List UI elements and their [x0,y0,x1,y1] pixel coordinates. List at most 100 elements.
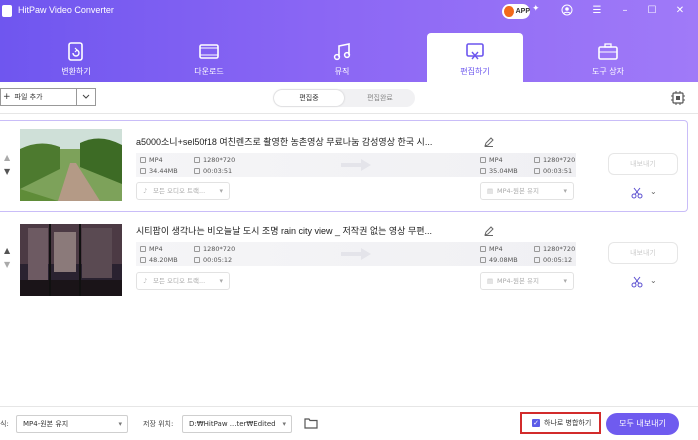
audio-track-value: 모든 오디오 트랙... [153,277,206,285]
export-button[interactable]: 내보내기 [608,153,678,175]
target-format: MP4 [480,245,503,253]
plus-icon: + [3,92,11,102]
move-down-icon[interactable]: ▼ [4,258,14,272]
sparkle-icon: ✦ [532,4,540,14]
tab-edit-label: 편집하기 [460,67,490,76]
minimize-icon[interactable]: – [618,4,632,18]
add-file-button[interactable]: + 파일 추가 [0,88,76,106]
save-location-select[interactable]: D:₩HitPaw ...ter₩Edited ▾ [182,415,292,433]
add-file-label: 파일 추가 [14,93,43,101]
chevron-down-icon: ▾ [118,420,122,428]
move-down-icon[interactable]: ▼ [4,165,14,179]
tab-download[interactable]: 다운로드 [161,33,257,82]
source-size: 48.20MB [140,256,178,264]
output-format-select[interactable]: ▤ MP4-원본 유지 ▾ [480,182,574,200]
edit-status-segment: 편집중 편집완료 [273,89,415,107]
source-resolution: 1280*720 [194,245,235,253]
file-title: a5000소니+sel50f18 여친렌즈로 촬영한 농촌영상 무료나눔 감성영… [136,137,433,147]
move-up-icon[interactable]: ▲ [4,151,14,165]
audio-icon: ♪ [143,187,148,195]
maximize-icon[interactable]: ☐ [645,4,659,18]
save-location-value: D:₩HitPaw ...ter₩Edited [189,420,276,428]
tab-edit-done[interactable]: 편집완료 [345,89,415,107]
file-row[interactable]: ▲ ▼ 시티팝이 생각나는 비오늘날 도시 조명 rain city view … [0,218,688,310]
toolbox-icon [598,43,618,60]
file-row[interactable]: ▲ ▼ a5000소니+sel50f18 여친렌즈로 촬영한 농촌영상 무료나눔… [0,120,688,212]
checkbox-checked-icon: ✓ [532,419,540,427]
tab-convert-label: 변환하기 [61,67,91,76]
source-resolution: 1280*720 [194,156,235,164]
clock-icon [194,257,200,263]
merge-checkbox[interactable]: ✓ 하나로 병합하기 [520,412,601,434]
tab-edit[interactable]: 편집하기 [427,33,523,82]
user-icon[interactable] [560,4,574,18]
music-icon [333,43,351,61]
file-title: 시티팝이 생각나는 비오늘날 도시 조명 rain city view _ 저작… [136,226,433,236]
chevron-down-icon: ▾ [219,187,223,195]
output-format-select[interactable]: ▤ MP4-원본 유지 ▾ [480,272,574,290]
chevron-down-icon: ▾ [282,420,286,428]
chevron-down-icon[interactable]: ⌄ [650,276,657,285]
target-size: 49.08MB [480,256,518,264]
menu-icon[interactable]: ☰ [590,4,604,18]
app-badge-label: APP [515,8,530,15]
app-title: HitPaw Video Converter [18,5,114,15]
main-nav: 변환하기 다운로드 뮤직 편집하기 도구 상자 [0,30,698,82]
target-duration: 00:05:12 [534,256,572,264]
app-logo-icon [2,5,12,17]
source-duration: 00:03:51 [194,167,232,175]
source-format: MP4 [140,156,163,164]
export-all-button[interactable]: 모두 내보내기 [606,413,679,435]
chevron-down-icon: ▾ [219,277,223,285]
reorder-arrows: ▲ ▼ [4,244,14,272]
export-button[interactable]: 내보내기 [608,242,678,264]
format-label: 식: [0,420,9,428]
save-location-label: 저장 위치: [143,420,174,428]
hardware-acceleration-icon[interactable] [670,90,686,106]
bottom-bar: 식: MP4-원본 유지 ▾ 저장 위치: D:₩HitPaw ...ter₩E… [0,406,698,440]
video-thumbnail [20,224,122,296]
source-format: MP4 [140,245,163,253]
add-file-dropdown[interactable] [76,88,96,106]
merge-label: 하나로 병합하기 [544,419,592,427]
rename-icon[interactable] [484,137,494,147]
file-icon [480,246,486,252]
resolution-icon [534,246,540,252]
global-format-select[interactable]: MP4-원본 유지 ▾ [16,415,128,433]
file-icon: ▤ [487,187,494,195]
rename-icon[interactable] [484,226,494,236]
chevron-down-icon[interactable]: ⌄ [650,187,657,196]
source-size: 34.44MB [140,167,178,175]
global-format-value: MP4-원본 유지 [23,420,69,428]
scissors-icon[interactable] [631,276,643,288]
title-bar: HitPaw Video Converter APP ✦ ☰ – ☐ ✕ [0,0,698,24]
convert-icon [68,42,83,61]
size-icon [480,257,486,263]
audio-track-value: 모든 오디오 트랙... [153,187,206,195]
audio-track-select[interactable]: ♪ 모든 오디오 트랙... ▾ [136,182,230,200]
reorder-arrows: ▲ ▼ [4,151,14,179]
folder-icon[interactable] [304,417,318,429]
tab-music[interactable]: 뮤직 [294,33,390,82]
video-thumbnail [20,129,122,201]
file-list: ▲ ▼ a5000소니+sel50f18 여친렌즈로 촬영한 농촌영상 무료나눔… [0,114,698,406]
size-icon [140,257,146,263]
target-resolution: 1280*720 [534,156,575,164]
file-info-bar: MP4 1280*720 48.20MB 00:05:12 MP4 1280*7… [136,242,576,266]
file-icon [140,246,146,252]
download-icon [199,44,219,59]
move-up-icon[interactable]: ▲ [4,244,14,258]
tab-editing[interactable]: 편집중 [274,90,344,106]
scissors-icon[interactable] [631,187,643,199]
close-icon[interactable]: ✕ [673,4,687,18]
tab-toolbox[interactable]: 도구 상자 [560,33,656,82]
chevron-down-icon: ▾ [563,187,567,195]
size-icon [140,168,146,174]
tab-download-label: 다운로드 [194,67,224,76]
target-size: 35.04MB [480,167,518,175]
edit-video-icon [466,43,484,60]
tab-convert[interactable]: 변환하기 [28,33,124,82]
audio-track-select[interactable]: ♪ 모든 오디오 트랙... ▾ [136,272,230,290]
app-badge-button[interactable]: APP [502,4,530,19]
clock-icon [534,168,540,174]
